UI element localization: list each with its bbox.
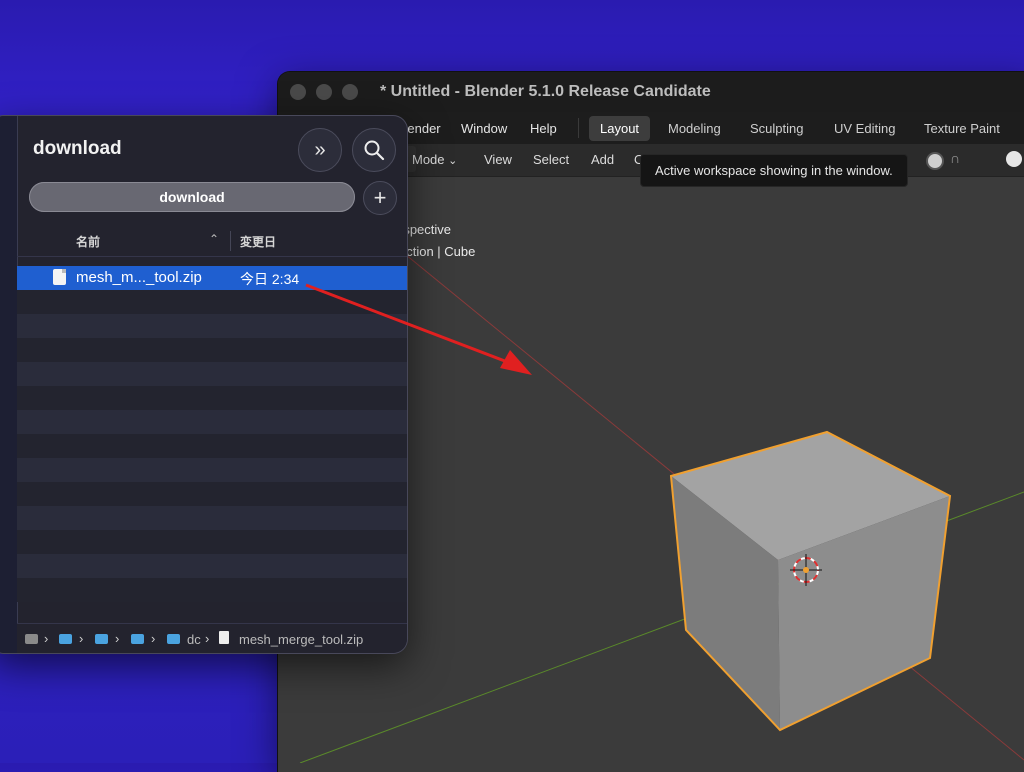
arrow-head: [500, 350, 532, 375]
arrow-shaft: [305, 283, 511, 365]
annotation-arrow: [305, 283, 532, 375]
